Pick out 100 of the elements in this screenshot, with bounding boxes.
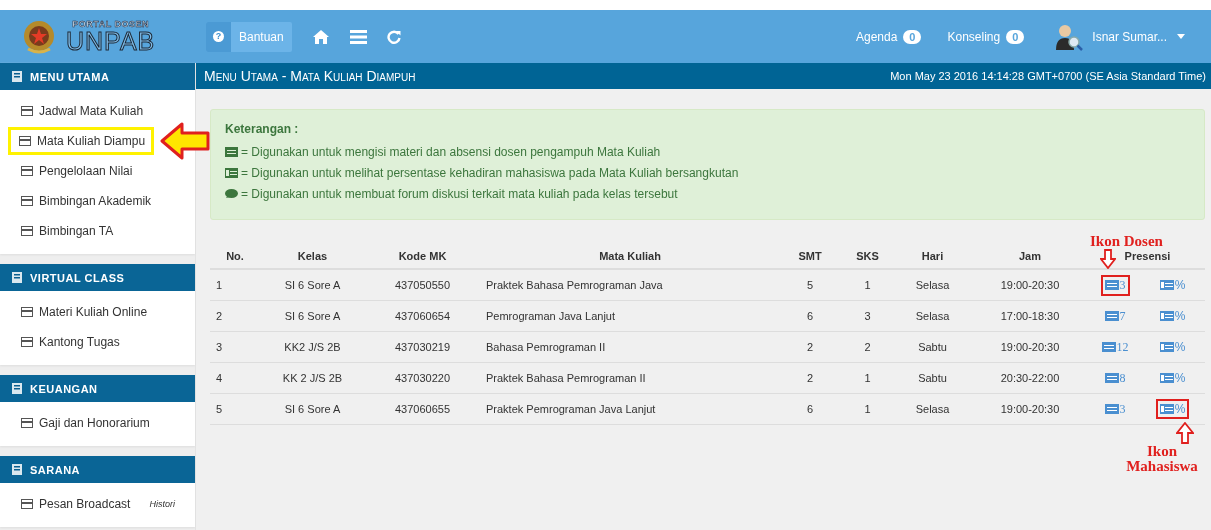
sidebar-item[interactable]: Gaji dan Honorarium [10, 409, 159, 437]
table-cell: 5 [806, 279, 814, 291]
list-icon [21, 337, 33, 347]
column-header: SMT [780, 228, 840, 269]
info-text: = Digunakan untuk membuat forum diskusi terkait mata kuliah pada kelas tersebut [241, 186, 678, 201]
table-cell: 19:00-20:30 [1000, 341, 1060, 353]
lecturer-attendance-link[interactable]: 3 [1100, 398, 1130, 420]
student-attendance-link[interactable]: % [1155, 306, 1190, 326]
user-menu[interactable]: Isnar Sumar... [1092, 29, 1185, 44]
table-cell: Sabtu [918, 372, 947, 384]
help-button[interactable]: ? Bantuan [206, 21, 292, 52]
table-cell: 5 [216, 403, 223, 415]
menu-icon[interactable] [349, 29, 367, 44]
table-cell: 3 [864, 310, 871, 322]
table-cell: SI 6 Sore A [284, 279, 341, 291]
agenda-link[interactable]: Agenda 0 [855, 29, 922, 44]
logo-title: UNPAB [66, 28, 156, 54]
konseling-link[interactable]: Konseling 0 [947, 29, 1025, 44]
list-icon [21, 106, 33, 116]
section-icon [12, 464, 22, 475]
lecturer-attendance-link[interactable]: 3 [1100, 274, 1130, 296]
student-attendance-link[interactable]: % [1155, 399, 1190, 419]
table-cell: 2 [216, 310, 223, 322]
list-icon [21, 418, 33, 428]
table-cell: 6 [806, 403, 814, 415]
history-link[interactable]: Histori [149, 499, 175, 509]
sidebar-item[interactable]: Pengelolaan Nilai [10, 157, 142, 185]
lecturer-attendance-link[interactable]: 8 [1100, 367, 1130, 389]
student-icon [225, 167, 238, 178]
student-icon [1159, 373, 1174, 383]
table-cell: Praktek Bahasa Pemrograman II [486, 372, 646, 384]
lecturer-icon [1104, 311, 1119, 321]
lecturer-icon [1101, 342, 1116, 352]
table-cell: Praktek Pemrograman Java Lanjut [486, 403, 656, 415]
caret-icon [1177, 34, 1185, 39]
agenda-count-badge: 0 [903, 29, 922, 44]
table-cell: 1 [216, 279, 223, 291]
help-icon: ? [213, 31, 224, 42]
refresh-icon[interactable] [386, 29, 401, 44]
lecturer-icon [1104, 373, 1119, 383]
student-attendance-link[interactable]: % [1155, 275, 1190, 295]
table-cell: Selasa [915, 403, 950, 415]
user-avatar-icon [1054, 22, 1085, 51]
table-cell: SI 6 Sore A [284, 403, 341, 415]
table-cell: Sabtu [918, 341, 947, 353]
list-icon [21, 307, 33, 317]
table-cell: 1 [864, 279, 871, 291]
table-cell: 437060654 [394, 310, 451, 322]
table-cell: 437030219 [394, 341, 451, 353]
list-icon [21, 226, 33, 236]
student-attendance-link[interactable]: % [1155, 337, 1190, 357]
column-header: SKS [840, 228, 895, 269]
column-header: Mata Kuliah [480, 228, 780, 269]
annotation-label: Ikon Dosen [1090, 234, 1163, 249]
lecturer-icon [1104, 404, 1119, 414]
table-cell: 6 [806, 310, 814, 322]
table-cell: 2 [806, 372, 814, 384]
list-icon [21, 166, 33, 176]
sidebar-section-title: VIRTUAL CLASS [30, 271, 125, 284]
sidebar-item[interactable]: Jadwal Mata Kuliah [10, 97, 153, 125]
table-cell: 20:30-22:00 [1000, 372, 1060, 384]
list-icon [21, 499, 33, 509]
lecturer-attendance-link[interactable]: 7 [1100, 305, 1130, 327]
column-header: Hari [895, 228, 970, 269]
annotation-label: Ikon Mahasiswa [1125, 444, 1199, 474]
sidebar-section-title: MENU UTAMA [30, 70, 110, 83]
info-title: Keterangan : [225, 122, 300, 136]
page-title: Menu Utama - Mata Kuliah Diampuh [204, 68, 416, 84]
sidebar-section-title: SARANA [30, 463, 81, 476]
table-cell: 2 [806, 341, 814, 353]
sidebar-item[interactable]: Kantong Tugas [10, 328, 129, 356]
down-arrow-icon [1100, 249, 1116, 269]
sidebar-item[interactable]: Bimbingan Akademik [10, 187, 161, 215]
info-text: = Digunakan untuk melihat persentase kehadiran mahasiswa pada Mata Kuliah bersangkutan [241, 165, 739, 180]
list-icon [19, 136, 31, 146]
column-header: Kode MK [365, 228, 480, 269]
table-cell: Selasa [915, 279, 950, 291]
table-cell: 17:00-18:30 [1000, 310, 1060, 322]
emblem-logo-icon [22, 18, 56, 55]
table-cell: 19:00-20:30 [1000, 279, 1060, 291]
pointer-arrow-icon [160, 121, 210, 161]
sidebar-item[interactable]: Bimbingan TA [10, 217, 123, 245]
column-header: Jam [970, 228, 1090, 269]
table-cell: 437060655 [394, 403, 451, 415]
sidebar-item[interactable]: Pesan Broadcast [10, 490, 140, 518]
up-arrow-icon [1176, 422, 1194, 444]
info-text: = Digunakan untuk mengisi materi dan absensi dosen pengampuh Mata Kuliah [241, 144, 661, 159]
table-cell: 437030220 [394, 372, 451, 384]
sidebar-item[interactable]: Mata Kuliah Diampu [8, 127, 155, 155]
sidebar-section-title: KEUANGAN [30, 382, 98, 395]
home-icon[interactable] [311, 28, 330, 45]
sidebar-item[interactable]: Materi Kuliah Online [10, 298, 157, 326]
table-cell: Praktek Bahasa Pemrograman Java [486, 279, 663, 291]
student-icon [1159, 280, 1174, 290]
lecturer-attendance-link[interactable]: 12 [1097, 336, 1133, 358]
list-icon [21, 196, 33, 206]
table-cell: Bahasa Pemrograman II [486, 341, 606, 353]
student-icon [1159, 404, 1174, 414]
table-cell: 4 [216, 372, 223, 384]
student-attendance-link[interactable]: % [1155, 368, 1190, 388]
